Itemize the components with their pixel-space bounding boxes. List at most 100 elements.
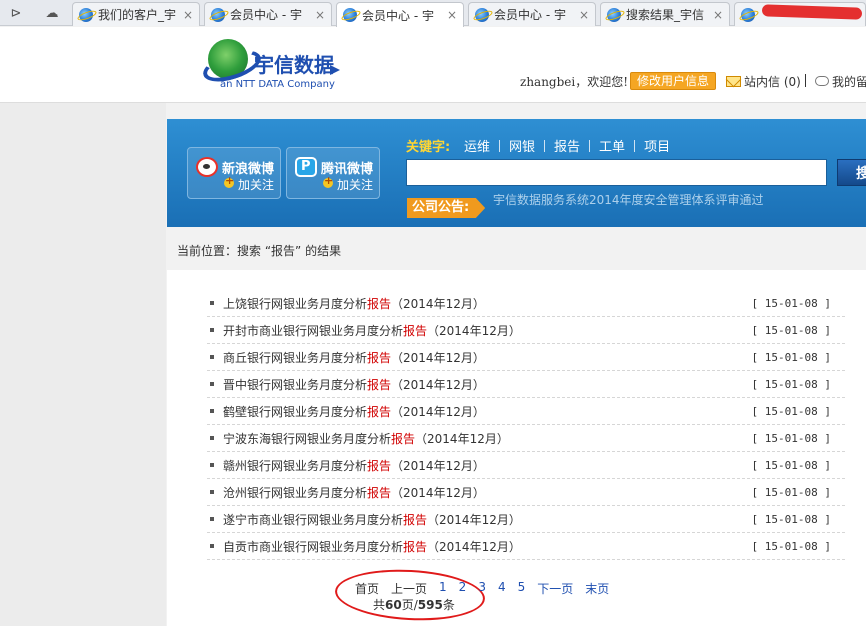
modify-user-info-button[interactable]: 修改用户信息 <box>630 72 717 90</box>
result-title-link[interactable]: 晋中银行网银业务月度分析报告（2014年12月） <box>223 376 485 393</box>
sidebar-toggle-icon[interactable]: ⊳ <box>0 0 32 26</box>
follow-label[interactable]: 加关注 <box>238 176 274 193</box>
result-title-highlight: 报告 <box>391 431 416 446</box>
result-title-highlight: 报告 <box>367 350 392 365</box>
notice-label: 公司公告: <box>407 198 486 218</box>
result-date: [ 15-01-08 ] <box>751 512 831 526</box>
logo-globe-icon[interactable] <box>208 39 248 79</box>
result-row[interactable]: 赣州银行网银业务月度分析报告（2014年12月） [ 15-01-08 ] <box>207 452 845 479</box>
notice-marquee[interactable]: 宇信数据服务系统2014年度安全管理体系评审通过 <box>493 191 853 208</box>
ie-icon <box>607 7 621 22</box>
result-title-prefix: 遂宁市商业银行网银业务月度分析 <box>223 512 404 527</box>
result-title-link[interactable]: 遂宁市商业银行网银业务月度分析报告（2014年12月） <box>223 511 521 528</box>
tab-2-active[interactable]: 会员中心 - 宇 × <box>336 2 464 27</box>
result-title-prefix: 上饶银行网银业务月度分析 <box>223 296 368 311</box>
tab-1[interactable]: 会员中心 - 宇 × <box>204 2 332 26</box>
result-title-link[interactable]: 上饶银行网银业务月度分析报告（2014年12月） <box>223 295 485 312</box>
tab-4[interactable]: 搜索结果_宇信 × <box>600 2 730 26</box>
close-icon[interactable]: × <box>579 8 589 22</box>
results-panel: 上饶银行网银业务月度分析报告（2014年12月）[ 15-01-08 ] 开封市商… <box>167 270 866 626</box>
bullet-icon <box>210 409 214 413</box>
result-row[interactable]: 遂宁市商业银行网银业务月度分析报告（2014年12月） [ 15-01-08 ] <box>207 506 845 533</box>
total-pages: 60 <box>385 598 402 612</box>
sina-weibo-box[interactable]: 新浪微博 加关注 <box>187 147 281 199</box>
result-title-prefix: 晋中银行网银业务月度分析 <box>223 377 368 392</box>
my-messages-link[interactable]: 我的留 <box>832 73 866 90</box>
ie-icon <box>79 7 93 22</box>
result-title-prefix: 宁波东海银行网银业务月度分析 <box>223 431 392 446</box>
result-row[interactable]: 开封市商业银行网银业务月度分析报告（2014年12月） [ 15-01-08 ] <box>207 317 845 344</box>
result-title-link[interactable]: 赣州银行网银业务月度分析报告（2014年12月） <box>223 457 485 474</box>
keyword-link[interactable]: 工单 <box>599 136 625 155</box>
keyword-link[interactable]: 项目 <box>644 136 670 155</box>
search-button[interactable]: 搜 <box>837 159 866 186</box>
bullet-icon <box>210 382 214 386</box>
cloud-icon[interactable]: ☁ <box>36 0 68 26</box>
tab-title: 会员中心 - 宇 <box>494 8 566 22</box>
next-page-link[interactable]: 下一页 <box>537 580 573 597</box>
last-page-link[interactable]: 末页 <box>585 580 609 597</box>
tencent-weibo-box[interactable]: 腾讯微博 加关注 <box>286 147 380 199</box>
keyword-link[interactable]: 运维 <box>464 136 490 155</box>
bullet-icon <box>210 463 214 467</box>
bullet-icon <box>210 355 214 359</box>
page-link-2[interactable]: 2 <box>459 580 467 597</box>
result-row[interactable]: 宁波东海银行网银业务月度分析报告（2014年12月） [ 15-01-08 ] <box>207 425 845 452</box>
result-row[interactable]: 沧州银行网银业务月度分析报告（2014年12月） [ 15-01-08 ] <box>207 479 845 506</box>
keyword-link[interactable]: 报告 <box>554 136 580 155</box>
page-link-4[interactable]: 4 <box>498 580 506 597</box>
page-link-1[interactable]: 1 <box>439 580 447 597</box>
page-link-3[interactable]: 3 <box>478 580 486 597</box>
result-date: [ 15-01-08 ] <box>751 539 831 553</box>
tab-3[interactable]: 会员中心 - 宇 × <box>468 2 596 26</box>
tab-title: 会员中心 - 宇 <box>362 8 434 23</box>
result-row[interactable]: 鹤壁银行网银业务月度分析报告（2014年12月） [ 15-01-08 ] <box>207 398 845 425</box>
result-date: [ 15-01-08 ] <box>751 404 831 418</box>
first-page-link[interactable]: 首页 <box>355 580 379 597</box>
search-input[interactable] <box>406 159 827 186</box>
comment-icon[interactable] <box>815 76 829 86</box>
result-title-highlight: 报告 <box>367 404 392 419</box>
result-title-highlight: 报告 <box>367 377 392 392</box>
result-title-suffix: （2014年12月） <box>415 431 509 446</box>
result-row[interactable]: 晋中银行网银业务月度分析报告（2014年12月） [ 15-01-08 ] <box>207 371 845 398</box>
plus-icon <box>224 174 234 188</box>
close-icon[interactable]: × <box>315 8 325 22</box>
bullet-icon <box>210 517 214 521</box>
page-link-5[interactable]: 5 <box>518 580 526 597</box>
keyword-link[interactable]: 网银 <box>509 136 535 155</box>
welcome-text: zhangbei，欢迎您! <box>520 75 629 89</box>
result-title-highlight: 报告 <box>367 485 392 500</box>
result-title-link[interactable]: 开封市商业银行网银业务月度分析报告（2014年12月） <box>223 322 521 339</box>
ie-icon <box>343 8 357 22</box>
close-icon[interactable]: × <box>183 8 193 22</box>
result-row[interactable]: 上饶银行网银业务月度分析报告（2014年12月） [ 15-01-08 ] <box>207 290 845 317</box>
result-title-link[interactable]: 自贡市商业银行网银业务月度分析报告（2014年12月） <box>223 538 521 555</box>
keywords-list: 运维 网银 报告 工单 项目 <box>464 136 670 155</box>
close-icon[interactable]: × <box>447 8 457 22</box>
result-title-link[interactable]: 沧州银行网银业务月度分析报告（2014年12月） <box>223 484 485 501</box>
keywords-label: 关键字: <box>406 140 451 155</box>
inbox-link[interactable]: 站内信 (0) <box>744 73 801 90</box>
result-title-prefix: 沧州银行网银业务月度分析 <box>223 485 368 500</box>
logo-title[interactable]: 宇信数据 <box>254 49 334 78</box>
result-title-link[interactable]: 商丘银行网银业务月度分析报告（2014年12月） <box>223 349 485 366</box>
search-banner: 新浪微博 加关注 腾讯微博 加关注 关键字: 运维 网银 报告 工单 项目 搜 … <box>167 119 866 227</box>
summary-suffix: 条 <box>442 598 455 612</box>
follow-label[interactable]: 加关注 <box>337 176 373 193</box>
result-title-prefix: 开封市商业银行网银业务月度分析 <box>223 323 404 338</box>
close-icon[interactable]: × <box>713 8 723 22</box>
result-title-link[interactable]: 鹤壁银行网银业务月度分析报告（2014年12月） <box>223 403 485 420</box>
pagination-summary: 共60页/595条 <box>373 596 455 613</box>
result-title-suffix: （2014年12月） <box>391 377 485 392</box>
result-title-link[interactable]: 宁波东海银行网银业务月度分析报告（2014年12月） <box>223 430 509 447</box>
result-title-suffix: （2014年12月） <box>391 350 485 365</box>
result-title-suffix: （2014年12月） <box>391 404 485 419</box>
result-title-suffix: （2014年12月） <box>391 296 485 311</box>
mail-icon[interactable] <box>726 76 741 87</box>
bullet-icon <box>210 490 214 494</box>
result-row[interactable]: 商丘银行网银业务月度分析报告（2014年12月） [ 15-01-08 ] <box>207 344 845 371</box>
result-row[interactable]: 自贡市商业银行网银业务月度分析报告（2014年12月） [ 15-01-08 ] <box>207 533 845 560</box>
prev-page-link[interactable]: 上一页 <box>391 580 427 597</box>
tab-0[interactable]: 我们的客户_宇 × <box>72 2 200 26</box>
